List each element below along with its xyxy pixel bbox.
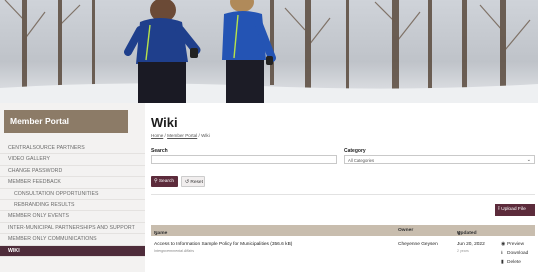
column-header-owner[interactable]: Owner <box>398 228 413 233</box>
category-select-value: All Categories <box>348 157 375 163</box>
sidebar-item-member-feedback[interactable]: MEMBER FEEDBACK <box>0 177 145 189</box>
breadcrumb-current: Wiki <box>201 133 210 138</box>
sidebar-item-video-gallery[interactable]: VIDEO GALLERY <box>0 154 145 166</box>
portal-title: Member Portal <box>4 110 128 133</box>
file-owner: Cheyenne Geysen <box>398 242 438 247</box>
reset-button-label: Reset <box>190 180 203 185</box>
file-category: Intergovernmental Affairs <box>154 248 195 253</box>
search-button[interactable]: ⚲ Search <box>151 176 178 187</box>
file-updated-ago: 2 years <box>457 248 469 253</box>
delete-label: Delete <box>507 260 521 265</box>
reset-button[interactable]: ↺ Reset <box>181 176 205 187</box>
sidebar-item-inter-municipal-partnerships[interactable]: INTER-MUNICIPAL PARTNERSHIPS AND SUPPORT <box>0 223 145 235</box>
sidebar-item-wiki[interactable]: WIKI <box>0 245 145 257</box>
sidebar-item-member-only-communications[interactable]: MEMBER ONLY COMMUNICATIONS <box>0 234 145 246</box>
table-row: Access to Information Sample Policy for … <box>151 236 535 272</box>
delete-action[interactable]: ▮ Delete <box>501 259 521 265</box>
category-label: Category <box>344 148 366 154</box>
sidebar-item-centralsource-partners[interactable]: CENTRALSOURCE PARTNERS <box>0 143 145 155</box>
breadcrumb-separator: / <box>164 133 166 138</box>
divider <box>151 194 535 195</box>
breadcrumb-portal-link[interactable]: Member Portal <box>167 133 197 138</box>
category-select[interactable]: All Categories ⌄ <box>344 155 535 164</box>
sidebar-item-change-password[interactable]: CHANGE PASSWORD <box>0 166 145 178</box>
sidebar: Member Portal CENTRALSOURCE PARTNERS VID… <box>0 103 145 272</box>
page-title: Wiki <box>151 115 178 130</box>
search-label: Search <box>151 148 168 154</box>
file-title-link[interactable]: Access to Information Sample Policy for … <box>154 242 292 247</box>
sidebar-item-rebranding-results[interactable]: REBRANDING RESULTS <box>0 200 145 212</box>
file-updated-date: Jun 20, 2022 <box>457 242 485 247</box>
search-input[interactable] <box>151 155 337 164</box>
sidebar-item-consultation-opportunities[interactable]: CONSULTATION OPPORTUNITIES <box>0 189 145 200</box>
upload-icon: ⭱ <box>498 207 500 212</box>
preview-label: Preview <box>507 242 525 247</box>
hero-banner <box>0 0 538 103</box>
breadcrumb: Home / Member Portal / Wiki <box>151 133 210 138</box>
upload-file-button[interactable]: ⭱ Upload File <box>495 204 535 216</box>
chevron-down-icon: ⌄ <box>526 157 531 163</box>
download-action[interactable]: ⭳ Download <box>501 250 528 258</box>
preview-action[interactable]: ◉ Preview <box>501 241 524 247</box>
breadcrumb-home-link[interactable]: Home <box>151 133 163 138</box>
reset-icon: ↺ <box>185 180 190 185</box>
search-icon: ⚲ <box>154 179 158 184</box>
search-button-label: Search <box>158 179 175 184</box>
joggers-winter-photo <box>0 0 538 103</box>
table-header: Name ⌄ Owner Updated ⇕ <box>151 225 535 237</box>
sidebar-item-member-only-events[interactable]: MEMBER ONLY EVENTS <box>0 211 145 223</box>
download-label: Download <box>507 251 529 256</box>
sidebar-nav: CENTRALSOURCE PARTNERS VIDEO GALLERY CHA… <box>0 143 145 257</box>
main-content: Wiki Home / Member Portal / Wiki Search … <box>145 103 538 272</box>
upload-file-label: Upload File <box>501 207 526 212</box>
breadcrumb-separator: / <box>198 133 200 138</box>
